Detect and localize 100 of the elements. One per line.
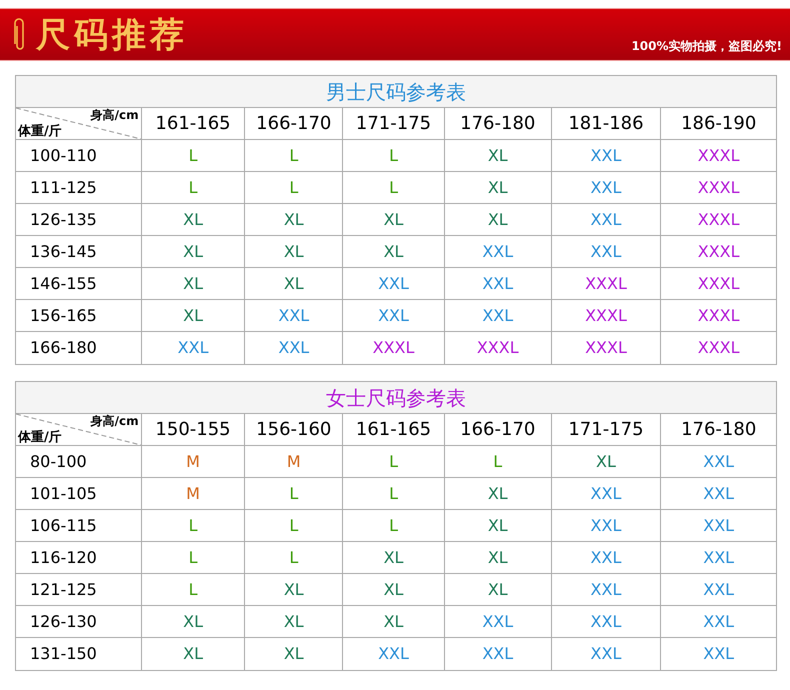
- weight-cell: 100-110: [16, 140, 142, 171]
- size-cell: XXXL: [343, 332, 445, 364]
- size-cell: XXL: [245, 332, 344, 364]
- size-cell-text: XXL: [702, 450, 736, 472]
- size-cell-text: XXL: [702, 514, 736, 536]
- size-cell: L: [142, 542, 246, 573]
- size-cell: XL: [444, 542, 552, 573]
- size-cell: M: [142, 478, 246, 509]
- size-cell: XXL: [444, 638, 552, 670]
- size-cell: XXL: [142, 332, 246, 364]
- column-header: 171-175: [552, 414, 662, 445]
- column-header: 166-170: [444, 414, 552, 445]
- size-cell: XXL: [343, 268, 445, 299]
- weight-cell: 101-105: [16, 478, 142, 509]
- size-cell-text: XXXL: [696, 304, 741, 326]
- size-cell: XL: [245, 236, 344, 267]
- column-header: 166-170: [245, 108, 344, 139]
- size-cell: XL: [343, 606, 445, 637]
- size-cell-text: XXL: [702, 643, 736, 665]
- weight-cell: 126-135: [16, 204, 142, 235]
- size-cell: L: [142, 574, 246, 605]
- column-header: 161-165: [142, 108, 246, 139]
- column-header: 176-180: [680, 418, 758, 442]
- weight-cell: 156-165: [16, 300, 142, 331]
- size-cell: L: [245, 478, 344, 509]
- size-cell: XL: [444, 478, 552, 509]
- size-cell-text: XXXL: [696, 240, 741, 262]
- height-label: 身高/cm: [90, 109, 139, 121]
- size-cell: L: [245, 172, 344, 203]
- size-cell: L: [343, 478, 445, 509]
- size-cell: XXL: [552, 172, 662, 203]
- size-cell: XXL: [552, 478, 662, 509]
- size-cell: XL: [142, 236, 246, 267]
- column-header: 181-186: [552, 108, 662, 139]
- size-cell-text: XXXL: [696, 176, 741, 198]
- weight-cell: 116-120: [16, 542, 142, 573]
- weight-cell: 136-145: [16, 236, 142, 267]
- size-cell: XL: [142, 638, 246, 670]
- size-cell: XL: [142, 300, 246, 331]
- height-label: 身高/cm: [90, 415, 139, 427]
- size-cell: XL: [142, 606, 246, 637]
- size-cell: XL: [343, 204, 445, 235]
- size-cell: L: [142, 510, 246, 541]
- size-cell: XL: [245, 606, 344, 637]
- size-cell: XXL: [552, 510, 662, 541]
- size-cell: XL: [444, 574, 552, 605]
- size-cell-text: XXXL: [696, 144, 741, 166]
- size-cell: XXL: [444, 236, 552, 267]
- size-cell: L: [343, 140, 445, 171]
- weight-cell: 146-155: [16, 268, 142, 299]
- banner-title: 尺码推荐: [36, 18, 188, 52]
- banner-notice: 100%实物拍摄，盗图必究!: [631, 38, 782, 55]
- size-cell: L: [245, 510, 344, 541]
- weight-label: 体重/斤: [18, 431, 62, 444]
- paperclip-icon: [14, 18, 26, 52]
- size-cell: XXL: [552, 542, 662, 573]
- size-cell: XXL: [552, 574, 662, 605]
- size-cell: XXL: [444, 300, 552, 331]
- size-cell: XXL: [552, 236, 662, 267]
- size-cell: XL: [245, 638, 344, 670]
- size-cell: XXL: [552, 204, 662, 235]
- size-cell-text: XXL: [702, 578, 736, 600]
- size-cell: XXL: [245, 300, 344, 331]
- size-cell: M: [245, 446, 344, 477]
- size-cell-text: XXL: [702, 546, 736, 568]
- size-cell: XXL: [552, 140, 662, 171]
- size-cell: XL: [245, 268, 344, 299]
- size-cell: L: [142, 140, 246, 171]
- size-cell: L: [343, 510, 445, 541]
- size-cell-text: XXXL: [696, 208, 741, 230]
- weight-cell: 106-115: [16, 510, 142, 541]
- size-cell: XL: [343, 542, 445, 573]
- size-cell: XXXL: [552, 268, 662, 299]
- size-cell: XL: [343, 574, 445, 605]
- column-header: 150-155: [142, 414, 246, 445]
- size-cell: L: [142, 172, 246, 203]
- size-cell: XL: [343, 236, 445, 267]
- size-cell: XXXL: [552, 332, 662, 364]
- size-cell: XL: [444, 140, 552, 171]
- size-cell: XXL: [343, 300, 445, 331]
- size-cell: XL: [444, 204, 552, 235]
- column-header: 156-160: [245, 414, 344, 445]
- weight-cell: 121-125: [16, 574, 142, 605]
- size-cell: XL: [142, 204, 246, 235]
- size-cell: XL: [444, 172, 552, 203]
- weight-cell: 166-180: [16, 332, 142, 364]
- size-cell: XXL: [444, 606, 552, 637]
- size-cell: XL: [552, 446, 662, 477]
- size-cell-text: XXL: [702, 610, 736, 632]
- size-cell: XXL: [552, 638, 662, 670]
- size-cell: L: [343, 172, 445, 203]
- size-cell: XXL: [343, 638, 445, 670]
- size-cell: XL: [245, 574, 344, 605]
- size-cell: L: [245, 542, 344, 573]
- size-cell-text: XXXL: [696, 272, 741, 294]
- weight-cell: 80-100: [16, 446, 142, 477]
- size-cell-text: XXL: [702, 482, 736, 504]
- size-cell: XL: [444, 510, 552, 541]
- size-cell: L: [444, 446, 552, 477]
- size-cell: XXL: [444, 268, 552, 299]
